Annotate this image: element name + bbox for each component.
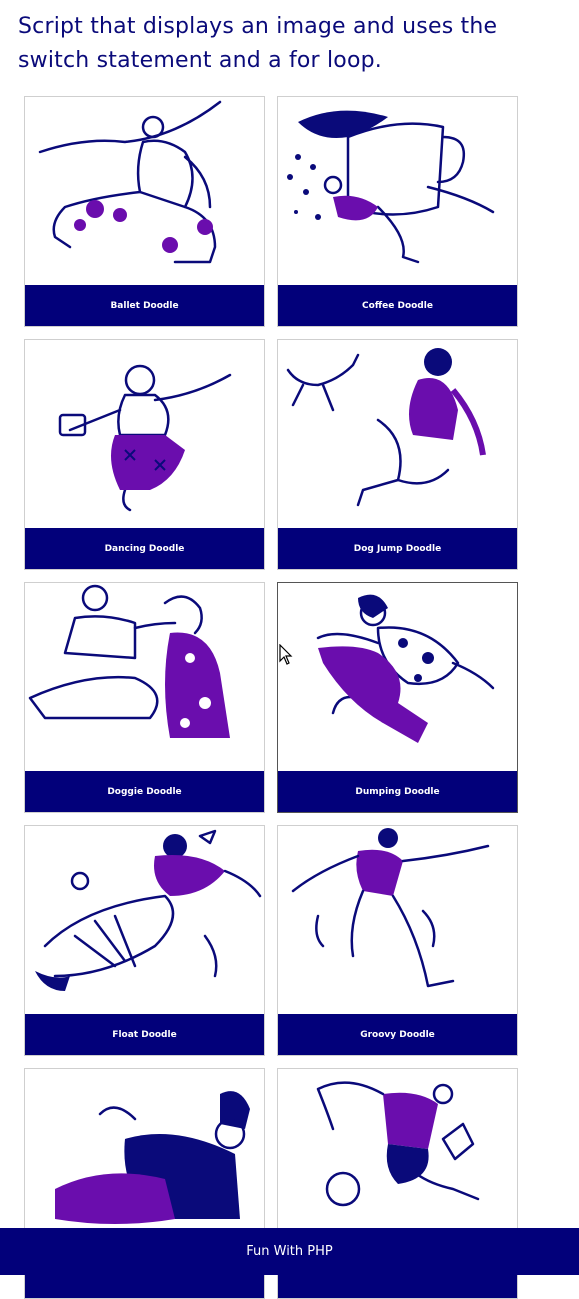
groovy-dancer-illustration [278, 826, 517, 1014]
jumping-person-illustration [278, 583, 517, 771]
footer-text: Fun With PHP [246, 1244, 333, 1259]
doodle-card-dancing[interactable]: Dancing Doodle [24, 339, 265, 570]
doodle-card-ballet[interactable]: Ballet Doodle [24, 96, 265, 327]
doodle-caption: Dumping Doodle [278, 771, 517, 812]
doodle-caption: Doggie Doodle [25, 771, 264, 812]
dog-jump-illustration [278, 340, 517, 528]
page-footer: Fun With PHP [0, 1228, 579, 1275]
person-with-dog-illustration [25, 583, 264, 771]
doodle-caption: Dancing Doodle [25, 528, 264, 569]
floating-person-illustration [25, 826, 264, 1014]
doodle-caption: Float Doodle [25, 1014, 264, 1055]
doodle-card-dog-jump[interactable]: Dog Jump Doodle [277, 339, 518, 570]
dancing-person-illustration [25, 340, 264, 528]
coffee-cup-person-illustration [278, 97, 517, 285]
doodle-card-dumping[interactable]: Dumping Doodle [277, 582, 518, 813]
doodle-caption: Groovy Doodle [278, 1014, 517, 1055]
doodle-card-doggie[interactable]: Doggie Doodle [24, 582, 265, 813]
doodle-card-float[interactable]: Float Doodle [24, 825, 265, 1056]
doodle-card-groovy[interactable]: Groovy Doodle [277, 825, 518, 1056]
doodle-caption: Ballet Doodle [25, 285, 264, 326]
page-heading: Script that displays an image and uses t… [18, 14, 498, 73]
doodle-card-coffee[interactable]: Coffee Doodle [277, 96, 518, 327]
doodle-caption: Coffee Doodle [278, 285, 517, 326]
mouse-cursor-icon [279, 644, 293, 665]
ballet-dancer-illustration [25, 97, 264, 285]
doodle-caption: Dog Jump Doodle [278, 528, 517, 569]
